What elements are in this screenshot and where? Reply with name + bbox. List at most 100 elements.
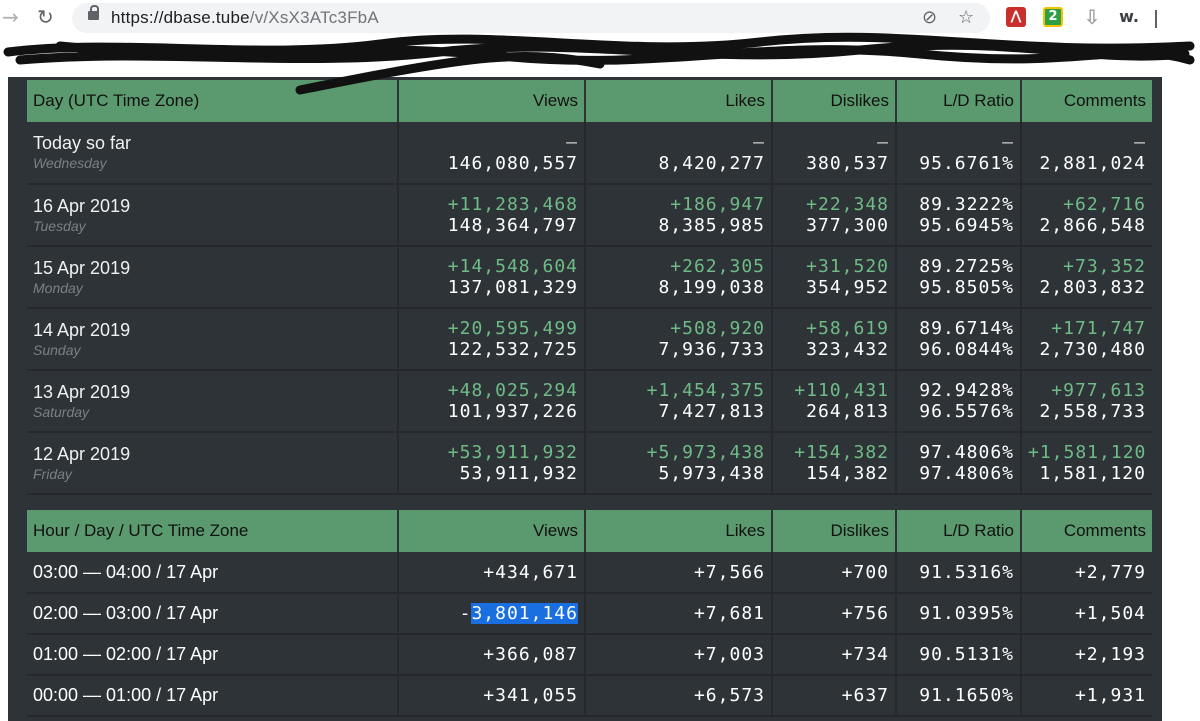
views-cell: +14,548,604 137,081,329: [398, 246, 586, 309]
dislikes-total: 380,537: [806, 152, 889, 174]
dislikes-total: 377,300: [806, 215, 889, 236]
views-change: +53,911,932: [447, 442, 578, 463]
likes-value: +7,003: [585, 634, 773, 676]
comments-change: +62,716: [1063, 194, 1146, 215]
likes-change: +5,973,438: [646, 442, 765, 463]
comments-value: +2,779: [1021, 552, 1152, 594]
day-label: 13 Apr 2019: [33, 381, 131, 402]
lock-icon[interactable]: [88, 5, 99, 20]
likes-change: +1,454,375: [646, 380, 765, 401]
dislikes-value: +700: [772, 552, 897, 594]
views-cell: -3,801,146: [398, 593, 586, 635]
dislikes-change: +110,431: [794, 380, 889, 401]
likes-value: +6,573: [585, 675, 773, 717]
views-value: 434,671: [495, 561, 578, 583]
back-arrow-icon[interactable]: →: [2, 5, 19, 29]
hourly-header-row: Hour / Day / UTC Time Zone Views Likes D…: [27, 510, 1152, 552]
weekday-label: Friday: [33, 465, 72, 482]
comments-cell: +62,716 2,866,548: [1021, 184, 1152, 247]
likes-total: 8,385,985: [658, 215, 765, 236]
ratio-total: 95.8505%: [919, 277, 1014, 298]
comments-total: 2,866,548: [1039, 215, 1146, 236]
views-total: 137,081,329: [447, 277, 578, 298]
col-header-views[interactable]: Views: [398, 510, 586, 552]
dislikes-cell: +154,382 154,382: [772, 432, 897, 495]
ratio-cell: 92.9428% 96.5576%: [896, 370, 1022, 433]
day-cell: 16 Apr 2019 Tuesday: [27, 184, 399, 247]
col-header-ratio[interactable]: L/D Ratio: [896, 510, 1022, 552]
ratio-change: 89.6714%: [919, 318, 1014, 339]
ratio-value: 90.5131%: [896, 634, 1022, 676]
dislikes-total: 354,952: [806, 277, 889, 298]
likes-value: +7,681: [585, 593, 773, 635]
ratio-cell: 89.6714% 96.0844%: [896, 308, 1022, 371]
views-sign: -: [459, 603, 472, 624]
likes-value: +7,566: [585, 552, 773, 594]
col-header-hour[interactable]: Hour / Day / UTC Time Zone: [27, 510, 399, 552]
table-row: 03:00 — 04:00 / 17 Apr +434,671 +7,566 +…: [27, 552, 1152, 594]
comments-total: 2,558,733: [1039, 401, 1146, 422]
views-cell: +341,055: [398, 675, 586, 717]
likes-change: +508,920: [670, 318, 765, 339]
url-host: https://dbase.tube: [111, 8, 250, 27]
likes-total: 7,936,733: [658, 339, 765, 360]
dislikes-cell: +110,431 264,813: [772, 370, 897, 433]
views-cell: +366,087: [398, 634, 586, 676]
table-row: 15 Apr 2019 Monday +14,548,604 137,081,3…: [27, 246, 1152, 309]
ratio-change: 97.4806%: [919, 442, 1014, 463]
weekday-label: Sunday: [33, 341, 81, 358]
views-cell: +53,911,932 53,911,932: [398, 432, 586, 495]
ratio-cell: 97.4806% 97.4806%: [896, 432, 1022, 495]
day-cell: 12 Apr 2019 Friday: [27, 432, 399, 495]
comments-change: –: [1134, 131, 1146, 153]
badge-extension-icon[interactable]: 2: [1043, 7, 1063, 27]
views-cell: +434,671: [398, 552, 586, 594]
day-label: 15 Apr 2019: [33, 257, 131, 278]
comments-value: +1,931: [1021, 675, 1152, 717]
comments-change: +977,613: [1051, 380, 1146, 401]
likes-change: +186,947: [670, 194, 765, 215]
views-change: –: [566, 131, 578, 153]
w-extension-icon[interactable]: w.: [1116, 7, 1142, 27]
views-change: +20,595,499: [447, 318, 578, 339]
likes-cell: +5,973,438 5,973,438: [585, 432, 773, 495]
col-header-likes[interactable]: Likes: [585, 510, 773, 552]
views-total: 122,532,725: [447, 339, 578, 360]
comments-total: 2,881,024: [1039, 152, 1146, 174]
dislikes-change: –: [877, 131, 889, 153]
ratio-cell: 89.3222% 95.6945%: [896, 184, 1022, 247]
views-total: 148,364,797: [447, 215, 578, 236]
views-sign: +: [483, 685, 496, 706]
url-text[interactable]: https://dbase.tube/v/XsX3ATc3FbA: [111, 8, 379, 28]
table-row: 14 Apr 2019 Sunday +20,595,499 122,532,7…: [27, 308, 1152, 371]
daily-stats-table: Day (UTC Time Zone) Views Likes Dislikes…: [27, 80, 1152, 495]
dislikes-cell: +22,348 377,300: [772, 184, 897, 247]
views-change: +48,025,294: [447, 380, 578, 401]
col-header-dislikes[interactable]: Dislikes: [772, 510, 897, 552]
views-value: 341,055: [495, 685, 578, 706]
dislikes-cell: +31,520 354,952: [772, 246, 897, 309]
day-label: 14 Apr 2019: [33, 319, 131, 340]
dislikes-change: +22,348: [806, 194, 889, 215]
views-total: 146,080,557: [447, 152, 578, 174]
table-row: 13 Apr 2019 Saturday +48,025,294 101,937…: [27, 370, 1152, 433]
day-cell: Today so far Wednesday: [27, 122, 399, 185]
likes-total: 7,427,813: [658, 401, 765, 422]
menu-icon[interactable]: [1155, 10, 1157, 28]
likes-cell: +1,454,375 7,427,813: [585, 370, 773, 433]
dislikes-change: +31,520: [806, 256, 889, 277]
download-extension-icon[interactable]: ⇩: [1082, 7, 1102, 27]
likes-change: +262,305: [670, 256, 765, 277]
table-row: 02:00 — 03:00 / 17 Apr -3,801,146 +7,681…: [27, 593, 1152, 635]
acrobat-extension-icon[interactable]: ⋀: [1006, 7, 1026, 27]
col-header-comments[interactable]: Comments: [1021, 510, 1152, 552]
views-value[interactable]: 3,801,146: [471, 603, 578, 624]
hourly-stats-table: Hour / Day / UTC Time Zone Views Likes D…: [27, 510, 1152, 717]
translate-icon[interactable]: ⊘: [922, 7, 937, 28]
comments-change: +1,581,120: [1028, 442, 1147, 463]
bookmark-star-icon[interactable]: ☆: [958, 7, 974, 28]
reload-icon[interactable]: ↻: [37, 5, 54, 29]
dislikes-change: +58,619: [806, 318, 889, 339]
ratio-total: 96.5576%: [919, 401, 1014, 422]
views-total: 53,911,932: [459, 463, 578, 484]
